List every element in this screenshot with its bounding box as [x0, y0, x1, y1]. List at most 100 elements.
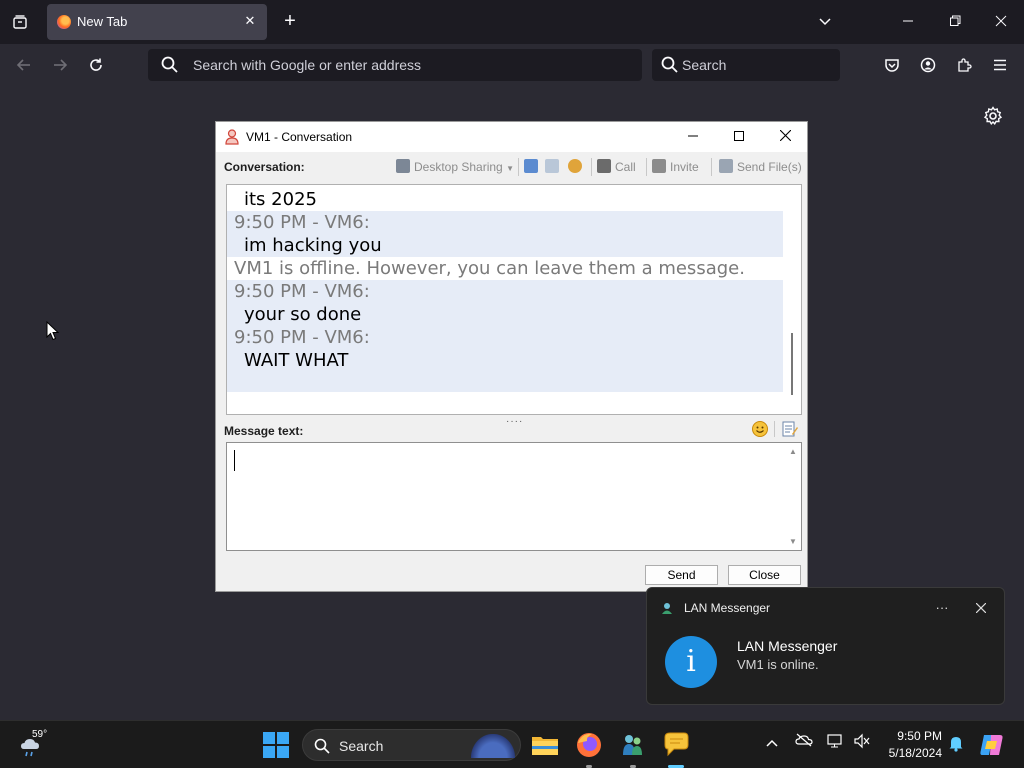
- conversation-window-title: VM1 - Conversation: [246, 130, 353, 144]
- splitter-handle[interactable]: ····: [506, 416, 523, 427]
- extensions-button[interactable]: [951, 52, 977, 78]
- user-icon: [225, 129, 239, 145]
- scroll-down-arrow-icon[interactable]: ▼: [788, 537, 798, 546]
- chevron-down-icon: [819, 18, 831, 26]
- close-window-button[interactable]: [987, 8, 1015, 36]
- file-explorer-icon[interactable]: [529, 729, 561, 761]
- font-settings-icon[interactable]: [781, 420, 799, 438]
- toolbar-separator: [774, 421, 775, 437]
- arrow-left-icon: [16, 59, 30, 71]
- users-icon: [568, 159, 582, 173]
- text-caret: [234, 450, 235, 471]
- network-button[interactable]: [826, 733, 846, 753]
- list-all-tabs-button[interactable]: [814, 11, 836, 33]
- start-button[interactable]: [263, 732, 289, 758]
- notification-more-button[interactable]: ···: [932, 598, 952, 618]
- show-hidden-icons-button[interactable]: [762, 733, 782, 753]
- url-bar[interactable]: [148, 49, 642, 81]
- browser-nav-bar: [0, 44, 1024, 85]
- firefox-icon[interactable]: [573, 729, 605, 761]
- toolbar-separator: [711, 158, 712, 176]
- close-button[interactable]: Close: [728, 565, 801, 585]
- onedrive-button[interactable]: [794, 733, 814, 753]
- message-body: your so done: [227, 303, 783, 326]
- chat-bubble-icon[interactable]: [660, 729, 692, 761]
- tab-new-tab[interactable]: New Tab ✕: [47, 4, 267, 40]
- cloud-offline-icon: [795, 733, 813, 747]
- pocket-button[interactable]: [879, 52, 905, 78]
- invite-button[interactable]: Invite: [652, 158, 699, 176]
- back-button[interactable]: [11, 52, 37, 78]
- conversation-label: Conversation:: [224, 160, 305, 174]
- app-menu-button[interactable]: [987, 52, 1013, 78]
- conversation-titlebar[interactable]: VM1 - Conversation: [216, 122, 807, 152]
- volume-button[interactable]: [852, 733, 872, 753]
- message-input[interactable]: [227, 443, 783, 550]
- taskbar-search[interactable]: Search: [302, 729, 521, 761]
- conversation-minimize-button[interactable]: [673, 124, 713, 150]
- broadcast-button[interactable]: [568, 158, 586, 176]
- firefox-icon: [57, 15, 71, 29]
- url-input[interactable]: [193, 56, 623, 74]
- conversation-log[interactable]: its 2025 9:50 PM - VM6: im hacking you VM1 …: [226, 184, 802, 415]
- minimize-icon: [688, 135, 698, 137]
- call-button[interactable]: Call: [597, 158, 636, 176]
- clock-time[interactable]: 9:50 PM: [880, 729, 942, 743]
- reload-button[interactable]: [83, 52, 109, 78]
- minimize-window-button[interactable]: [894, 8, 922, 36]
- lan-messenger-contacts-icon[interactable]: [617, 729, 649, 761]
- search-icon: [314, 738, 330, 754]
- emoji-icon[interactable]: [751, 420, 769, 438]
- windows-logo-pane: [263, 746, 275, 758]
- forward-button[interactable]: [47, 52, 73, 78]
- search-bar[interactable]: [652, 49, 840, 81]
- restore-icon: [950, 15, 961, 26]
- notification-app-name: LAN Messenger: [684, 601, 771, 615]
- maximize-icon: [734, 131, 744, 141]
- notifications-button[interactable]: [946, 734, 966, 754]
- lan-messenger-icon: [662, 603, 672, 614]
- new-tab-settings-button[interactable]: [982, 105, 1004, 127]
- firefox-view-icon: [13, 15, 27, 29]
- save-conversation-button[interactable]: [545, 158, 563, 176]
- message-body: im hacking you: [227, 234, 783, 257]
- message-padding: [227, 372, 783, 392]
- call-label: Call: [615, 160, 636, 174]
- restore-window-button[interactable]: [941, 8, 969, 36]
- search-input[interactable]: [682, 56, 832, 74]
- taskbar-search-label: Search: [339, 738, 384, 754]
- toolbar-separator: [646, 158, 647, 176]
- copilot-icon[interactable]: [978, 731, 1006, 759]
- notification-toast[interactable]: LAN Messenger ··· i LAN Messenger VM1 is…: [646, 587, 1005, 705]
- clock-date[interactable]: 5/18/2024: [876, 746, 942, 760]
- windows-logo-icon: [263, 732, 275, 744]
- conversation-maximize-button[interactable]: [719, 124, 759, 150]
- browser-tab-bar: New Tab ✕ +: [0, 0, 1024, 44]
- close-icon: [779, 129, 791, 142]
- conversation-scrollbar[interactable]: [791, 333, 793, 395]
- pocket-icon: [885, 59, 899, 72]
- desktop-sharing-button[interactable]: Desktop Sharing ▼: [396, 158, 514, 176]
- minimize-icon: [903, 20, 913, 22]
- chevron-up-icon: [766, 739, 778, 747]
- notification-close-button[interactable]: [971, 598, 991, 618]
- arrow-right-icon: [54, 59, 68, 71]
- send-files-button[interactable]: Send File(s): [719, 158, 802, 176]
- gear-icon: [983, 106, 1003, 125]
- message-input-container: ▲ ▼: [226, 442, 802, 551]
- send-file-icon: [719, 159, 733, 173]
- tab-close-icon[interactable]: ✕: [241, 12, 259, 30]
- firefox-view-button[interactable]: [8, 10, 32, 34]
- new-tab-button[interactable]: +: [278, 10, 302, 34]
- send-files-label: Send File(s): [737, 160, 802, 174]
- desktop-sharing-icon: [396, 159, 410, 173]
- conversation-close-button[interactable]: [765, 124, 805, 150]
- message-body: its 2025: [244, 189, 317, 210]
- reload-icon: [90, 58, 102, 71]
- account-icon: [920, 57, 936, 73]
- history-button[interactable]: [524, 158, 542, 176]
- notification-title: LAN Messenger: [737, 638, 838, 654]
- account-button[interactable]: [915, 52, 941, 78]
- send-button[interactable]: Send: [645, 565, 718, 585]
- scroll-up-arrow-icon[interactable]: ▲: [788, 447, 798, 456]
